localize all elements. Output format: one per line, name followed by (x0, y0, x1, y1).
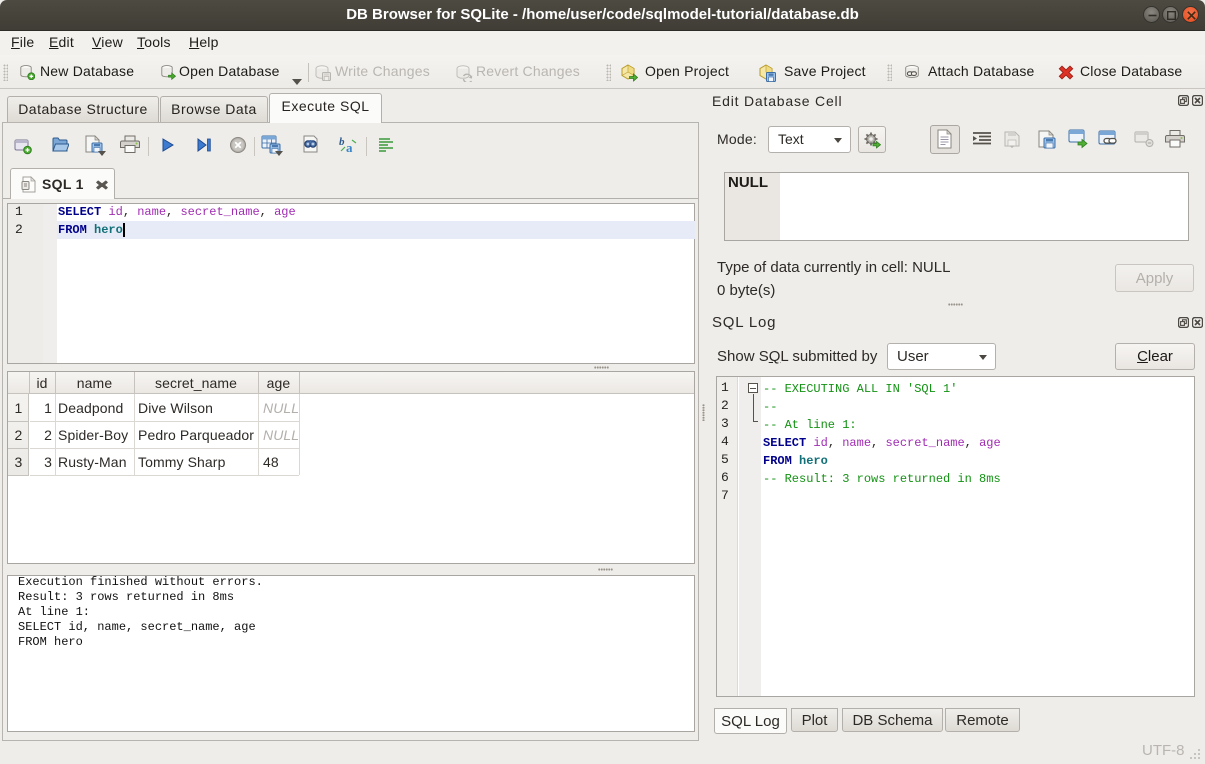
svg-text:b: b (339, 136, 345, 148)
svg-text:a: a (346, 140, 353, 155)
